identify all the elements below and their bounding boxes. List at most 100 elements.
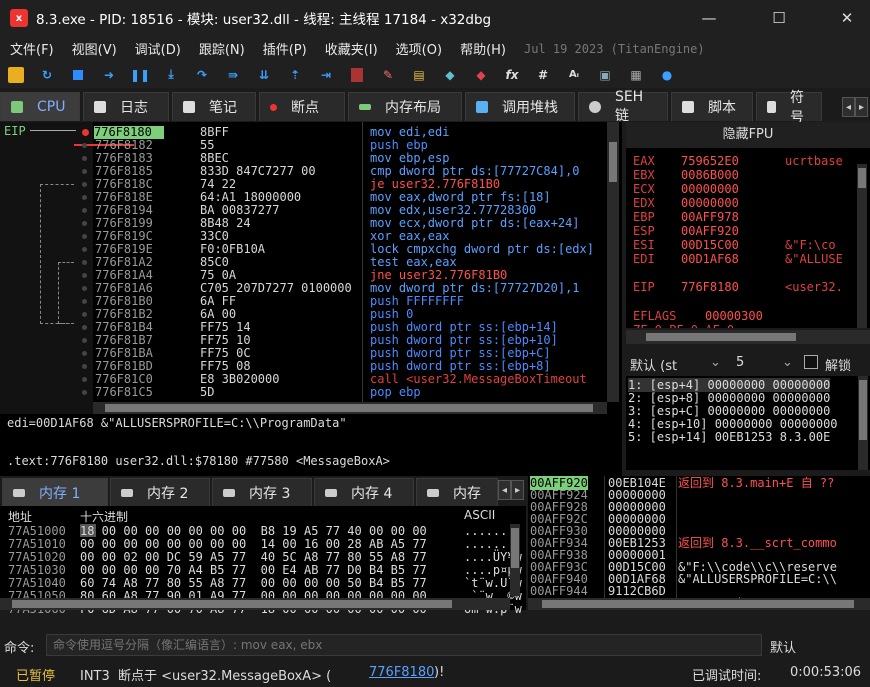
dump-hex[interactable]: 00 00 00 00 00 00 00 00 14 00 16 00 28 A… <box>80 537 427 551</box>
registers-hscrollbar[interactable] <box>626 330 870 344</box>
trace-into-icon[interactable]: ⇛ <box>225 67 241 83</box>
menu-favourites[interactable]: 收藏夹(I) <box>325 39 378 58</box>
disassembly-hscrollbar[interactable] <box>93 402 607 414</box>
breakpoint-dot[interactable] <box>82 299 87 304</box>
menu-plugins[interactable]: 插件(P) <box>263 39 307 58</box>
status-address-link[interactable]: 776F8180 <box>369 665 434 680</box>
breakpoint-dot[interactable] <box>82 195 87 200</box>
tab-seh[interactable]: SEH链 <box>578 89 668 124</box>
memtab-scroll-left[interactable]: ◂ <box>498 480 511 500</box>
tab-breakpoints[interactable]: 断点 <box>259 92 345 121</box>
run-icon[interactable]: ➜ <box>101 67 117 83</box>
register-value[interactable]: 00000300 <box>705 309 763 323</box>
breakpoint-dot[interactable] <box>82 351 87 356</box>
hide-fpu-button[interactable]: 隐藏FPU <box>626 122 870 148</box>
dump-address[interactable]: 77A51020 <box>8 550 66 564</box>
execute-till-return-icon[interactable]: ⇡ <box>287 67 303 83</box>
register-value[interactable]: 00000000 <box>681 182 739 196</box>
arg-row[interactable]: 2: [esp+8] 00000000 00000000 <box>628 391 830 405</box>
arg-count-select[interactable]: 5 <box>736 355 744 370</box>
breakpoint-dot[interactable] <box>82 143 87 148</box>
tab-memory-5[interactable]: 内存 <box>416 478 498 507</box>
calls-icon[interactable]: ▣ <box>597 67 613 83</box>
dump-hscrollbar[interactable] <box>0 598 510 610</box>
arg-row[interactable]: 1: [esp+4] 00000000 00000000 <box>628 378 831 392</box>
register-value[interactable]: 00000000 <box>681 196 739 210</box>
tab-scroll-right[interactable]: ▸ <box>855 97 868 117</box>
step-into-icon[interactable]: ⤓ <box>163 67 179 83</box>
strings-icon[interactable]: Aᵢ <box>566 67 582 83</box>
register-value[interactable]: 00AFF920 <box>681 224 739 238</box>
tab-cpu[interactable]: CPU <box>0 92 80 121</box>
arg-row[interactable]: 5: [esp+14] 00EB1253 8.3.00E <box>628 430 830 444</box>
breakpoint-dot[interactable] <box>82 169 87 174</box>
function-icon[interactable]: fx <box>504 67 520 83</box>
menu-trace[interactable]: 跟踪(N) <box>199 39 245 58</box>
register-value[interactable]: 00D15C00 <box>681 238 739 252</box>
dump-address[interactable]: 77A51010 <box>8 537 66 551</box>
command-input[interactable] <box>46 634 762 656</box>
register-value[interactable]: 776F8180 <box>681 280 739 294</box>
globe-icon[interactable]: ● <box>659 67 675 83</box>
close-button[interactable]: ✕ <box>824 0 870 36</box>
breakpoint-dot[interactable] <box>82 325 87 330</box>
calling-convention-select[interactable]: 默认 (st <box>630 355 677 374</box>
chevron-down-icon[interactable]: ⌄ <box>710 355 721 370</box>
menu-view[interactable]: 视图(V) <box>72 39 117 58</box>
tab-scroll-left[interactable]: ◂ <box>842 97 855 117</box>
arg-row[interactable]: 3: [esp+C] 00000000 00000000 <box>628 404 830 418</box>
maximize-button[interactable]: ☐ <box>756 0 802 36</box>
tab-log[interactable]: 日志 <box>83 92 169 121</box>
menu-help[interactable]: 帮助(H) <box>460 39 506 58</box>
label-icon[interactable]: ◆ <box>442 67 458 83</box>
lock-checkbox[interactable] <box>804 355 818 369</box>
breakpoint-dot[interactable] <box>82 338 87 343</box>
instruction-text[interactable]: pop ebp <box>370 386 421 399</box>
breakpoint-dot[interactable] <box>82 364 87 369</box>
registers-scrollbar[interactable] <box>857 164 867 328</box>
breakpoint-dot[interactable] <box>82 286 87 291</box>
dump-address[interactable]: 77A51030 <box>8 563 66 577</box>
arg-row[interactable]: 4: [esp+10] 00000000 00000000 <box>628 417 838 431</box>
register-value[interactable]: 0086B000 <box>681 168 739 182</box>
register-value[interactable]: 00D1AF68 <box>681 252 739 266</box>
breakpoint-dot[interactable] <box>82 208 87 213</box>
menu-options[interactable]: 选项(O) <box>396 39 442 58</box>
disassembly-vscrollbar[interactable] <box>607 122 619 402</box>
breakpoint-dot[interactable] <box>82 129 89 136</box>
args-view[interactable]: 1: [esp+4] 00000000 00000000 2: [esp+8] 0… <box>626 376 870 470</box>
scylla-icon[interactable] <box>349 67 365 83</box>
breakpoint-dot[interactable] <box>82 221 87 226</box>
breakpoint-dot[interactable] <box>82 247 87 252</box>
registers-panel[interactable]: 隐藏FPU EAX 759652E0 ucrtbase EBX 0086B000 ECX 0… <box>626 122 870 328</box>
run-to-user-code-icon[interactable]: ⇥ <box>318 67 334 83</box>
chevron-down-icon[interactable]: ⌄ <box>782 355 793 370</box>
patch-icon[interactable]: ✎ <box>380 67 396 83</box>
dump-hex[interactable]: 60 74 A8 77 80 55 A8 77 00 00 00 00 50 B… <box>80 576 427 590</box>
step-over-icon[interactable]: ↷ <box>194 67 210 83</box>
dump-hex[interactable]: 00 00 00 00 70 A4 B5 77 00 E4 AB 77 D0 B… <box>80 563 427 577</box>
tab-script[interactable]: 脚本 <box>671 92 753 121</box>
trace-over-icon[interactable]: ⇊ <box>256 67 272 83</box>
minimize-button[interactable]: — <box>686 0 732 36</box>
dump-hex[interactable]: 00 00 02 00 DC 59 A5 77 40 5C A8 77 80 5… <box>80 550 427 564</box>
breakpoint-dot[interactable] <box>82 156 87 161</box>
tab-memory-2[interactable]: 内存 2 <box>110 478 210 507</box>
args-scrollbar[interactable] <box>858 376 868 470</box>
tab-memory-1[interactable]: 内存 1 <box>2 478 108 507</box>
breakpoint-dot[interactable] <box>82 234 87 239</box>
calculator-icon[interactable]: ▦ <box>628 67 644 83</box>
open-icon[interactable] <box>8 66 24 83</box>
dump-address[interactable]: 77A51000 <box>8 524 66 538</box>
register-value[interactable]: 00AFF978 <box>681 210 739 224</box>
stack-view[interactable]: 00AFF920 00EB104E 返回到 8.3.main+E 自 ?? 00AFF… <box>528 476 870 610</box>
tab-call-stack[interactable]: 调用堆栈 <box>465 92 575 121</box>
hash-icon[interactable]: # <box>535 67 551 83</box>
stack-hscrollbar[interactable] <box>528 598 870 610</box>
dump-hex[interactable]: 18 00 00 00 00 00 00 00 B8 19 A5 77 40 0… <box>80 524 427 538</box>
bookmark-icon[interactable]: ◆ <box>473 67 489 83</box>
disassembly-view[interactable]: EIP 776F8180 8BFF mov edi,edi 776F8182 55 pus… <box>0 122 622 414</box>
menu-file[interactable]: 文件(F) <box>10 39 54 58</box>
tab-memory-4[interactable]: 内存 4 <box>314 478 414 507</box>
comment-icon[interactable]: ▤ <box>411 67 427 83</box>
